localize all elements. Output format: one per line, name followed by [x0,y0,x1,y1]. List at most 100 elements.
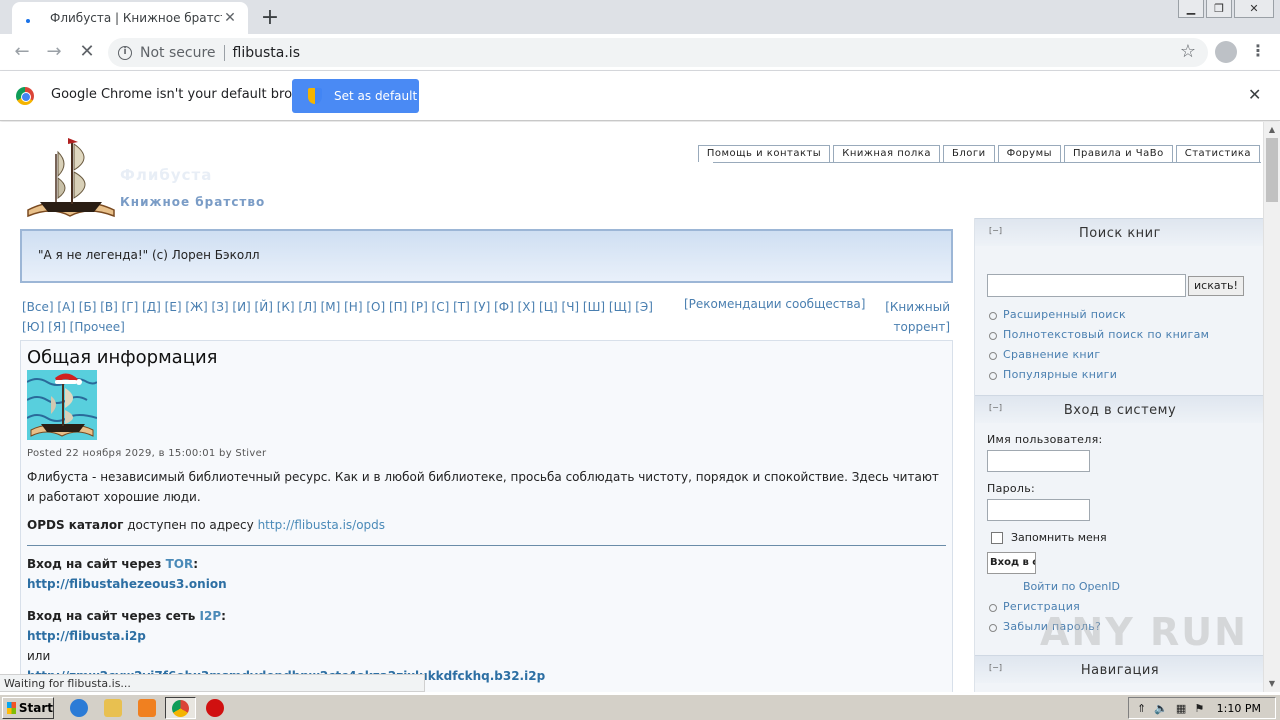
openid-link[interactable]: Войти по OpenID [1023,580,1264,593]
search-input[interactable] [987,274,1186,297]
nav-help[interactable]: Помощь и контакты [697,145,831,162]
nav-rules[interactable]: Правила и ЧаВо [1064,145,1173,162]
popular-books-link[interactable]: Популярные книги [989,365,1264,385]
system-tray: ⇑ 🔈 ▦ ⚑ 1:10 PM [1128,697,1276,719]
alphabet-index[interactable]: [Все] [А] [Б] [В] [Г] [Д] [Е] [Ж] [З] [И… [22,297,662,337]
search-links: Расширенный поиск Полнотекстовый поиск п… [989,305,1264,385]
site-slogan: Книжное братство [120,195,266,209]
stop-button[interactable]: ✕ [75,40,99,64]
main-content: Общая информация Posted 22 ноября 2029, … [20,340,953,692]
forward-button[interactable]: → [42,40,66,64]
browser-tab[interactable]: Флибуста | Книжное братство ✕ [12,2,248,34]
opds-text: доступен по адресу [123,518,258,532]
info-icon[interactable]: i [118,45,132,60]
fulltext-search-link[interactable]: Полнотекстовый поиск по книгам [989,325,1264,345]
search-button[interactable]: искать! [1188,276,1244,296]
scroll-thumb[interactable] [1266,138,1278,202]
recommendations-link[interactable]: [Рекомендации сообщества] [684,297,865,311]
username-field[interactable] [987,450,1090,472]
page-scrollbar[interactable]: ▲ ▼ [1263,122,1280,692]
bookmark-star-icon[interactable]: ☆ [1180,41,1196,62]
opds-label: OPDS каталог [27,518,124,532]
login-block-heading: Вход в систему [1063,403,1177,418]
volume-icon[interactable]: 🔈 [1154,702,1168,715]
tray-arrow-icon[interactable]: ⇑ [1137,702,1146,715]
remember-checkbox[interactable] [991,531,1003,544]
password-label: Пароль: [987,482,1036,495]
restore-button[interactable]: ❐ [1206,0,1232,18]
page-title: Общая информация [27,347,218,368]
anyrun-watermark: ANY RUN [1040,610,1248,654]
minimize-button[interactable]: ▁ [1178,0,1204,18]
url-text[interactable]: flibusta.is [233,45,300,61]
close-infobar-icon[interactable]: ✕ [1248,85,1261,104]
browser-toolbar: ← → ✕ i Not secure flibusta.is ☆ ⋮ [0,34,1280,71]
site-logo[interactable] [22,132,118,224]
tab-title: Флибуста | Книжное братство [50,11,222,25]
nav-forums[interactable]: Форумы [997,145,1062,162]
close-tab-icon[interactable]: ✕ [222,10,238,26]
chrome-taskbar-button[interactable] [165,697,196,719]
opds-paragraph: OPDS каталог доступен по адресу http://f… [27,515,946,535]
search-block-title: [−] Поиск книг [975,218,1264,246]
login-block-title: [−] Вход в систему [975,395,1264,423]
remember-me[interactable]: Запомнить меня [991,531,1264,544]
default-browser-infobar: Google Chrome isn't your default browser… [0,71,1280,121]
password-field[interactable] [987,499,1090,521]
shield-icon [308,88,322,104]
network-icon[interactable]: ▦ [1176,702,1186,715]
or-text: или [27,649,51,663]
scroll-down-arrow-icon[interactable]: ▼ [1264,676,1280,692]
tor-url-link[interactable]: http://flibustahezeous3.onion [27,577,227,591]
nav-stats[interactable]: Статистика [1175,145,1260,162]
media-player-icon[interactable] [138,699,156,717]
scroll-up-arrow-icon[interactable]: ▲ [1264,122,1280,138]
torrent-link[interactable]: [Книжный торрент] [880,297,950,337]
quote-banner: "А я не легенда!" (с) Лорен Бэколл [20,229,953,283]
tor-link[interactable]: TOR [166,557,194,571]
new-tab-button[interactable]: + [258,5,282,30]
ie-icon[interactable] [70,699,88,717]
start-label: Start [18,701,53,715]
profile-avatar-icon[interactable] [1215,41,1237,63]
explorer-folder-icon[interactable] [104,699,122,717]
advanced-search-link[interactable]: Расширенный поиск [989,305,1264,325]
separator [223,44,225,61]
start-button[interactable]: Start [2,697,54,719]
divider [27,545,946,546]
search-form: искать! [987,274,1264,297]
intro-paragraph: Флибуста - независимый библиотечный ресу… [27,470,939,504]
ship-avatar-icon [27,370,97,440]
set-default-button[interactable]: Set as default [292,79,419,113]
browser-titlebar: Флибуста | Книжное братство ✕ + ▁ ❐ ✕ [0,0,1280,34]
flag-icon[interactable]: ⚑ [1194,702,1204,715]
nav-underline [713,162,1261,163]
login-button[interactable]: Вход в систему [987,552,1036,574]
tor-paragraph: Вход на сайт через TOR: http://flibustah… [27,557,227,591]
i2p-url-link[interactable]: http://flibusta.i2p [27,629,146,643]
set-default-label: Set as default [334,89,418,103]
close-window-button[interactable]: ✕ [1234,0,1274,18]
stop-sign-icon[interactable] [206,699,224,717]
compare-books-link[interactable]: Сравнение книг [989,345,1264,365]
windows-logo-icon [7,702,16,714]
windows-taskbar: Start ⇑ 🔈 ▦ ⚑ 1:10 PM [0,694,1280,720]
window-controls: ▁ ❐ ✕ [1176,0,1274,18]
opds-link[interactable]: http://flibusta.is/opds [258,518,385,532]
address-bar[interactable]: i Not secure flibusta.is ☆ [108,38,1208,67]
username-label: Имя пользователя: [987,433,1103,446]
infobar-message: Google Chrome isn't your default browser [51,87,323,102]
page-viewport: Флибуста Книжное братство Помощь и конта… [0,122,1280,692]
chrome-icon [172,700,189,717]
nav-blogs[interactable]: Блоги [942,145,995,162]
site-name[interactable]: Флибуста [120,166,212,184]
chrome-menu-icon[interactable]: ⋮ [1250,41,1266,60]
back-button[interactable]: ← [10,40,34,64]
top-navigation: Помощь и контакты Книжная полка Блоги Фо… [695,145,1260,162]
navigation-block-heading: Навигация [1080,663,1160,678]
loading-icon [22,10,38,26]
clock[interactable]: 1:10 PM [1217,702,1261,715]
nav-bookshelf[interactable]: Книжная полка [833,145,940,162]
post-meta: Posted 22 ноября 2029, в 15:00:01 by Sti… [27,448,267,459]
i2p-link[interactable]: I2P [200,609,222,623]
